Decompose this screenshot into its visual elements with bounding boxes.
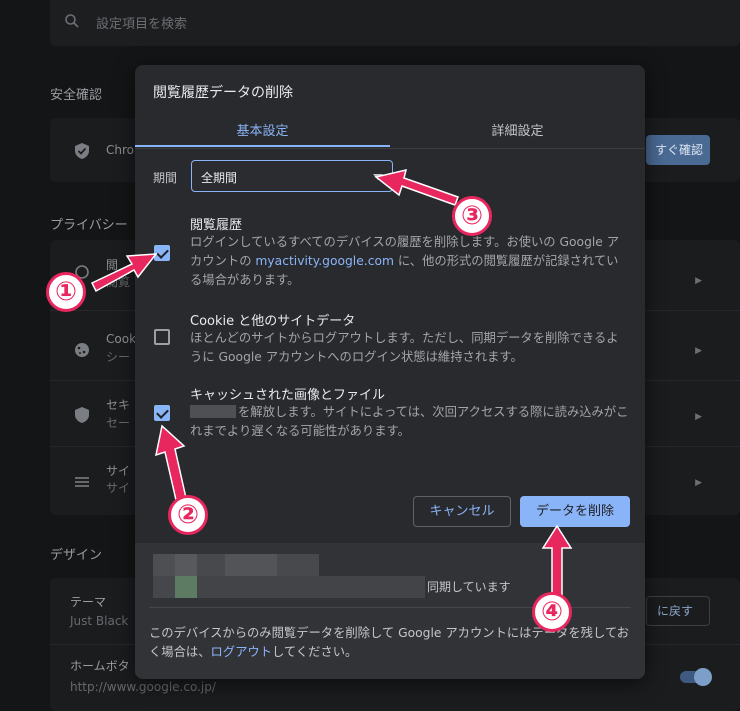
home-button-toggle[interactable] (680, 668, 712, 686)
active-tab-indicator (135, 145, 390, 147)
cookies-checkbox[interactable] (154, 329, 170, 345)
tab-basic[interactable]: 基本設定 (135, 120, 390, 148)
browsing-history-title: 閲覧履歴 (190, 218, 243, 233)
privacy-section-title: プライバシー (50, 218, 128, 233)
footer-note: このデバイスからのみ閲覧データを削除して Google アカウントにはデータを残… (149, 624, 635, 662)
privacy-row-sub: シー (106, 350, 131, 364)
settings-search-bar[interactable]: 設定項目を検索 (50, 0, 740, 46)
cookies-title: Cookie と他のサイトデータ (190, 314, 356, 329)
sign-out-link[interactable]: ログアウト (211, 645, 273, 659)
clear-browsing-data-dialog: 閲覧履歴データの削除 基本設定 詳細設定 期間 全期間 閲覧履歴 ログインしてい… (135, 65, 645, 679)
tab-advanced[interactable]: 詳細設定 (390, 120, 645, 148)
privacy-row-label: セキ (106, 398, 131, 412)
sync-status-text: 同期しています (427, 580, 511, 594)
tune-icon (74, 474, 90, 493)
safety-row-text: Chro (106, 143, 134, 157)
redacted-account-email (197, 576, 425, 598)
browsing-history-desc: ログインしているすべてのデバイスの履歴を削除します。お使いの Google アカ… (190, 233, 630, 290)
search-placeholder: 設定項目を検索 (96, 17, 188, 32)
privacy-row-label: 閲 (106, 258, 119, 272)
browsing-history-checkbox[interactable] (154, 245, 170, 261)
dialog-title: 閲覧履歴データの削除 (153, 85, 293, 101)
home-button-label: ホームボタ (70, 659, 130, 673)
chevron-right-icon: ▶ (695, 412, 702, 422)
cookies-desc: ほとんどのサイトからログアウトします。ただし、同期データを削除できるように Go… (190, 331, 619, 364)
privacy-row-sub: セー (106, 416, 131, 430)
home-button-url: http://www.google.co.jp/ (70, 680, 216, 694)
chevron-right-icon: ▶ (695, 276, 702, 286)
toggle-knob (694, 668, 712, 686)
myactivity-link[interactable]: myactivity.google.com (255, 254, 394, 268)
search-icon (64, 13, 80, 33)
tab-divider (135, 148, 645, 149)
theme-sub: Just Black (70, 614, 129, 628)
shield-icon (74, 406, 90, 428)
cached-images-title: キャッシュされた画像とファイル (190, 388, 386, 403)
safety-section-title: 安全確認 (50, 88, 103, 103)
annotation-badge-1: ① (46, 272, 86, 312)
privacy-row-sub: サイ (106, 481, 131, 495)
safety-check-button[interactable]: すぐ確認 (646, 135, 710, 165)
chevron-right-icon: ▶ (695, 478, 702, 488)
redacted-size (190, 405, 236, 418)
design-section-title: デザイン (50, 548, 103, 563)
cookie-icon (74, 342, 90, 362)
annotation-badge-4: ④ (532, 592, 572, 632)
privacy-row-label: Cook (106, 332, 137, 346)
time-range-select[interactable]: 全期間 (191, 160, 393, 192)
shield-check-icon (74, 142, 90, 164)
privacy-row-sub: 閲覧 (106, 275, 131, 289)
time-range-label: 期間 (153, 171, 178, 185)
theme-reset-button[interactable]: に戻す (646, 596, 710, 626)
desc-text: を解放します。サイトによっては、次回アクセスする際に読み込みがこれまでより遅くな… (190, 405, 629, 438)
annotation-badge-3: ③ (452, 196, 492, 236)
chevron-right-icon: ▶ (695, 346, 702, 356)
cached-images-checkbox[interactable] (154, 405, 170, 421)
delete-data-button[interactable]: データを削除 (520, 496, 630, 527)
cached-images-desc: を解放します。サイトによっては、次回アクセスする際に読み込みがこれまでより遅くな… (190, 403, 630, 441)
theme-label: テーマ (70, 595, 107, 609)
cancel-button[interactable]: キャンセル (413, 496, 511, 527)
privacy-row-label: サイ (106, 464, 131, 478)
annotation-badge-2: ② (168, 495, 208, 535)
caret-down-icon (373, 174, 383, 180)
note-text: してください。 (272, 645, 358, 659)
time-range-value: 全期間 (201, 171, 238, 185)
